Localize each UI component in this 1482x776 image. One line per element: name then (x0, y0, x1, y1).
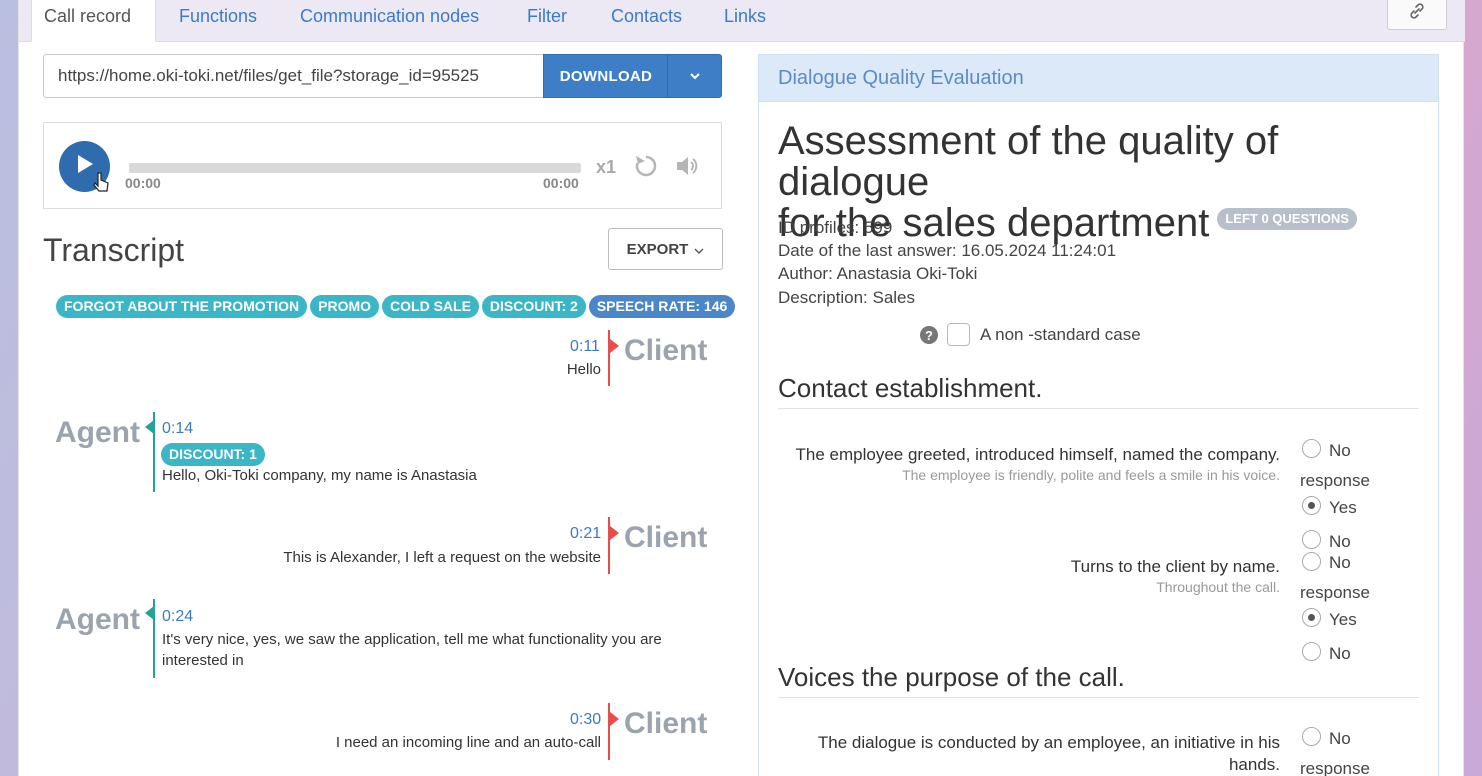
tab-functions[interactable]: Functions (167, 0, 269, 42)
question-text: Turns to the client by name. (1070, 557, 1280, 576)
section-title: Voices the purpose of the call. (778, 662, 1125, 692)
tab-contacts[interactable]: Contacts (599, 0, 694, 42)
total-time: 00:00 (543, 175, 579, 191)
file-url-input[interactable]: https://home.oki-toki.net/files/get_file… (43, 54, 545, 98)
questions-left-badge: LEFT 0 QUESTIONS (1217, 208, 1357, 231)
speaker-agent: Agent (55, 603, 140, 636)
client-marker (610, 526, 619, 540)
divider (778, 697, 1419, 698)
tab-filter[interactable]: Filter (515, 0, 579, 42)
message-time: 0:11 (570, 338, 600, 355)
radio-label: Yes (1329, 610, 1357, 629)
question-text: The dialogue is conducted by an employee… (817, 733, 1280, 752)
chevron-down-icon (689, 67, 701, 85)
radio-no[interactable] (1302, 530, 1321, 549)
radio-no-response[interactable] (1302, 552, 1321, 571)
radio-no[interactable] (1302, 642, 1321, 661)
question-text: hands. (1228, 755, 1280, 774)
tag: PROMO (310, 295, 380, 318)
divider (778, 408, 1419, 409)
message-text: interested in (162, 652, 244, 669)
evaluation-panel: Dialogue Quality Evaluation Assessment o… (758, 54, 1439, 776)
non-standard-checkbox[interactable] (947, 323, 970, 346)
radio-label: response (1300, 583, 1370, 602)
non-standard-label: A non -standard case (980, 325, 1141, 344)
message-text: Hello, Oki-Toki company, my name is Anas… (162, 467, 477, 484)
last-answer-date: Date of the last answer: 16.05.2024 11:2… (778, 241, 1117, 260)
section-title: Contact establishment. (778, 373, 1043, 403)
radio-no-response[interactable] (1302, 727, 1321, 746)
download-button[interactable]: DOWNLOAD (543, 54, 669, 98)
tag: DISCOUNT: 2 (481, 295, 586, 318)
repeat-icon[interactable] (634, 153, 658, 184)
page: Call record Functions Communication node… (18, 0, 1465, 776)
message-time: 0:30 (570, 711, 602, 728)
tag: SPEECH RATE: 146 (588, 295, 736, 318)
speaker-client: Client (624, 707, 708, 740)
message-text: This is Alexander, I left a request on t… (283, 549, 601, 566)
export-label: EXPORT (626, 240, 689, 258)
tag: FORGOT ABOUT THE PROMOTION (56, 295, 308, 318)
message-tag: DISCOUNT: 1 (161, 443, 265, 466)
tag: COLD SALE (382, 295, 479, 318)
author: Author: Anastasia Oki-Toki (778, 264, 978, 283)
cursor-icon (92, 169, 112, 202)
chevron-down-icon (694, 241, 704, 258)
transcript-tags: FORGOT ABOUT THE PROMOTION PROMO COLD SA… (56, 295, 736, 318)
client-marker (610, 339, 619, 353)
transcript-title: Transcript (43, 232, 185, 268)
radio-yes[interactable] (1302, 496, 1321, 515)
tab-communication-nodes[interactable]: Communication nodes (288, 0, 491, 42)
copy-link-button[interactable] (1387, 0, 1447, 30)
description: Description: Sales (778, 288, 916, 307)
progress-track[interactable] (129, 163, 581, 173)
radio-yes[interactable] (1302, 608, 1321, 627)
message-text: It's very nice, yes, we saw the applicat… (162, 631, 662, 648)
tab-links[interactable]: Links (712, 0, 778, 42)
audio-player: 00:00 00:00 x1 (43, 122, 722, 209)
radio-no-response[interactable] (1302, 439, 1321, 458)
speaker-client: Client (624, 334, 708, 367)
speaker-agent: Agent (55, 416, 140, 449)
panel-title: Dialogue Quality Evaluation (759, 55, 1438, 102)
question-subtext: Throughout the call. (1156, 579, 1280, 595)
message-time: 0:21 (570, 525, 602, 542)
radio-label: No (1329, 532, 1351, 551)
radio-label: No (1329, 553, 1351, 572)
client-marker (610, 712, 619, 726)
message-text: I need an incoming line and an auto-call (335, 734, 601, 751)
message-text: Hello (566, 361, 601, 378)
tab-bar: Call record Functions Communication node… (19, 0, 1465, 42)
question-text: The employee greeted, introduced himself… (795, 445, 1280, 464)
question-subtext: The employee is friendly, polite and fee… (902, 467, 1280, 483)
radio-label: response (1300, 759, 1370, 776)
help-icon[interactable]: ? (920, 326, 938, 344)
radio-label: response (1300, 471, 1370, 490)
download-options-button[interactable] (667, 54, 722, 98)
radio-label: No (1329, 441, 1351, 460)
current-time: 00:00 (125, 175, 161, 191)
agent-line (153, 599, 155, 678)
title-line-1: Assessment of the quality of dialogue (778, 119, 1279, 204)
export-button[interactable]: EXPORT (608, 228, 723, 270)
playback-speed[interactable]: x1 (596, 157, 616, 178)
volume-icon[interactable] (674, 153, 700, 184)
speaker-client: Client (624, 521, 708, 554)
link-icon (1408, 2, 1426, 25)
message-time: 0:24 (162, 608, 194, 625)
id-profiles: ID profiles: 599 (778, 218, 893, 237)
agent-line (153, 412, 155, 492)
radio-label: No (1329, 644, 1351, 663)
message-time: 0:14 (162, 420, 194, 437)
radio-label: Yes (1329, 498, 1357, 517)
tab-call-record[interactable]: Call record (31, 0, 156, 42)
radio-label: No (1329, 729, 1351, 748)
